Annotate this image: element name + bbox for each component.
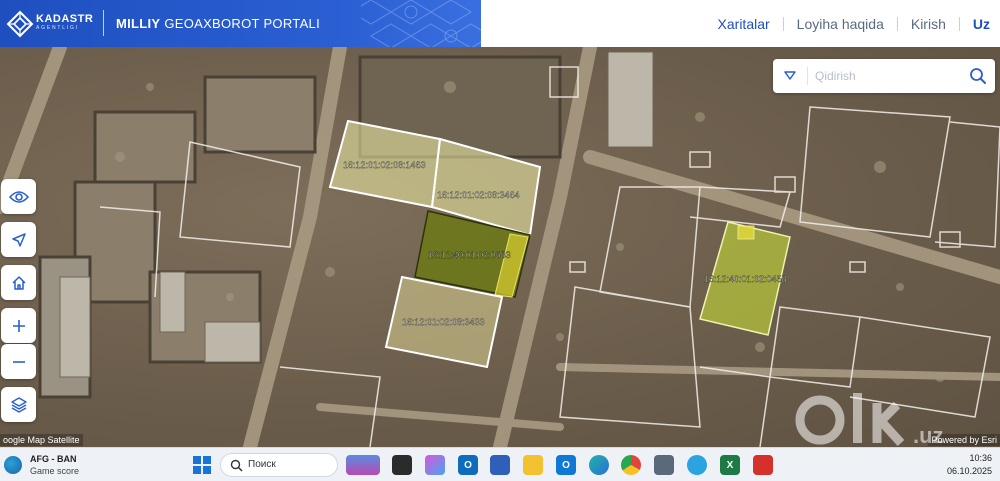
news-widget[interactable]: AFG - BAN Game score [4,453,114,477]
edge-browser-icon[interactable] [589,455,609,475]
widget-title: AFG - BAN [30,454,77,464]
parcel-label: 16:12:01:02:08:3433 [402,317,485,327]
layers-button[interactable] [1,387,36,422]
brand-divider [103,10,104,36]
search-input[interactable] [815,67,955,85]
language-switch[interactable]: Uz [960,16,990,32]
nav-about[interactable]: Loyiha haqida [784,16,897,32]
taskbar-search-label: Поиск [248,459,276,470]
telegram-icon[interactable] [687,455,707,475]
editor-app-icon[interactable] [425,455,445,475]
kadastr-logo-icon [6,10,34,38]
search-button[interactable] [961,59,995,93]
cricket-ball-icon [4,456,22,474]
search-divider [807,67,808,85]
parcel-16-12-40-01-02-0458[interactable]: 16:12:40:01:02:0458 [699,221,791,336]
outlook-icon[interactable]: O [458,455,478,475]
search-mode-dropdown[interactable] [773,59,807,93]
svg-text:.uz: .uz [913,423,944,448]
triangle-down-icon [784,71,796,80]
eye-icon [8,190,29,203]
map-attribution: oogle Map Satellite [0,434,83,446]
file-explorer-icon[interactable] [523,455,543,475]
windows-start-icon[interactable] [193,456,211,474]
portal-title: MILLIY GEOAXBOROT PORTALI [116,16,320,31]
layers-icon [10,396,27,413]
app-window: KADASTR AGENTLIGI MILLIY GEOAXBOROT PORT… [0,0,1000,481]
home-icon [11,275,26,290]
zoom-in-button[interactable] [1,308,36,343]
minus-icon [12,360,25,363]
game-app-icon[interactable] [346,455,380,475]
widget-subtitle: Game score [30,466,80,476]
nav-login[interactable]: Kirish [898,16,959,32]
taskbar-search[interactable]: Поиск [220,453,338,477]
logo-subtext: AGENTLIGI [36,25,79,31]
top-header: KADASTR AGENTLIGI MILLIY GEOAXBOROT PORT… [0,0,1000,47]
nav-maps[interactable]: Xaritalar [705,16,783,32]
logo-text: KADASTR [36,13,94,25]
parcel-label: 16:12:40:01:02:0458 [704,274,787,284]
navigation-arrow-icon [11,232,26,247]
system-clock[interactable]: 10:36 06.10.2025 [947,452,992,478]
calculator-icon[interactable] [654,455,674,475]
zoom-out-button[interactable] [1,344,36,379]
clock-time: 10:36 [969,453,992,463]
search-box [773,59,995,93]
home-button[interactable] [1,265,36,300]
main-nav: Xaritalar Loyiha haqida Kirish Uz [705,0,990,47]
parcel-label: 16:12:01:02:08:1463 [343,160,426,170]
parcel-label: 16:12:01:02:08:3464 [437,190,520,200]
locate-button[interactable] [1,222,36,257]
eye-button[interactable] [1,179,36,214]
clock-date: 06.10.2025 [946,466,992,476]
ornament-pattern [361,0,481,47]
parcel-label: 16:12:40:01:02:0583 [428,250,511,260]
acrobat-icon[interactable] [753,455,773,475]
search-icon [230,459,243,472]
plus-icon [12,319,25,332]
portal-title-rest: GEOAXBOROT PORTALI [160,16,320,31]
chrome-browser-icon[interactable] [621,455,641,475]
excel-icon[interactable]: X [720,455,740,475]
brand-banner[interactable]: KADASTR AGENTLIGI MILLIY GEOAXBOROT PORT… [0,0,481,47]
search-icon [970,68,986,84]
portal-title-bold: MILLIY [116,16,161,31]
windows-taskbar: AFG - BAN Game score Поиск O O X 10:36 0… [0,447,1000,481]
task-view-icon[interactable] [392,455,412,475]
store-icon[interactable] [490,455,510,475]
outlook-classic-icon[interactable]: O [556,455,576,475]
